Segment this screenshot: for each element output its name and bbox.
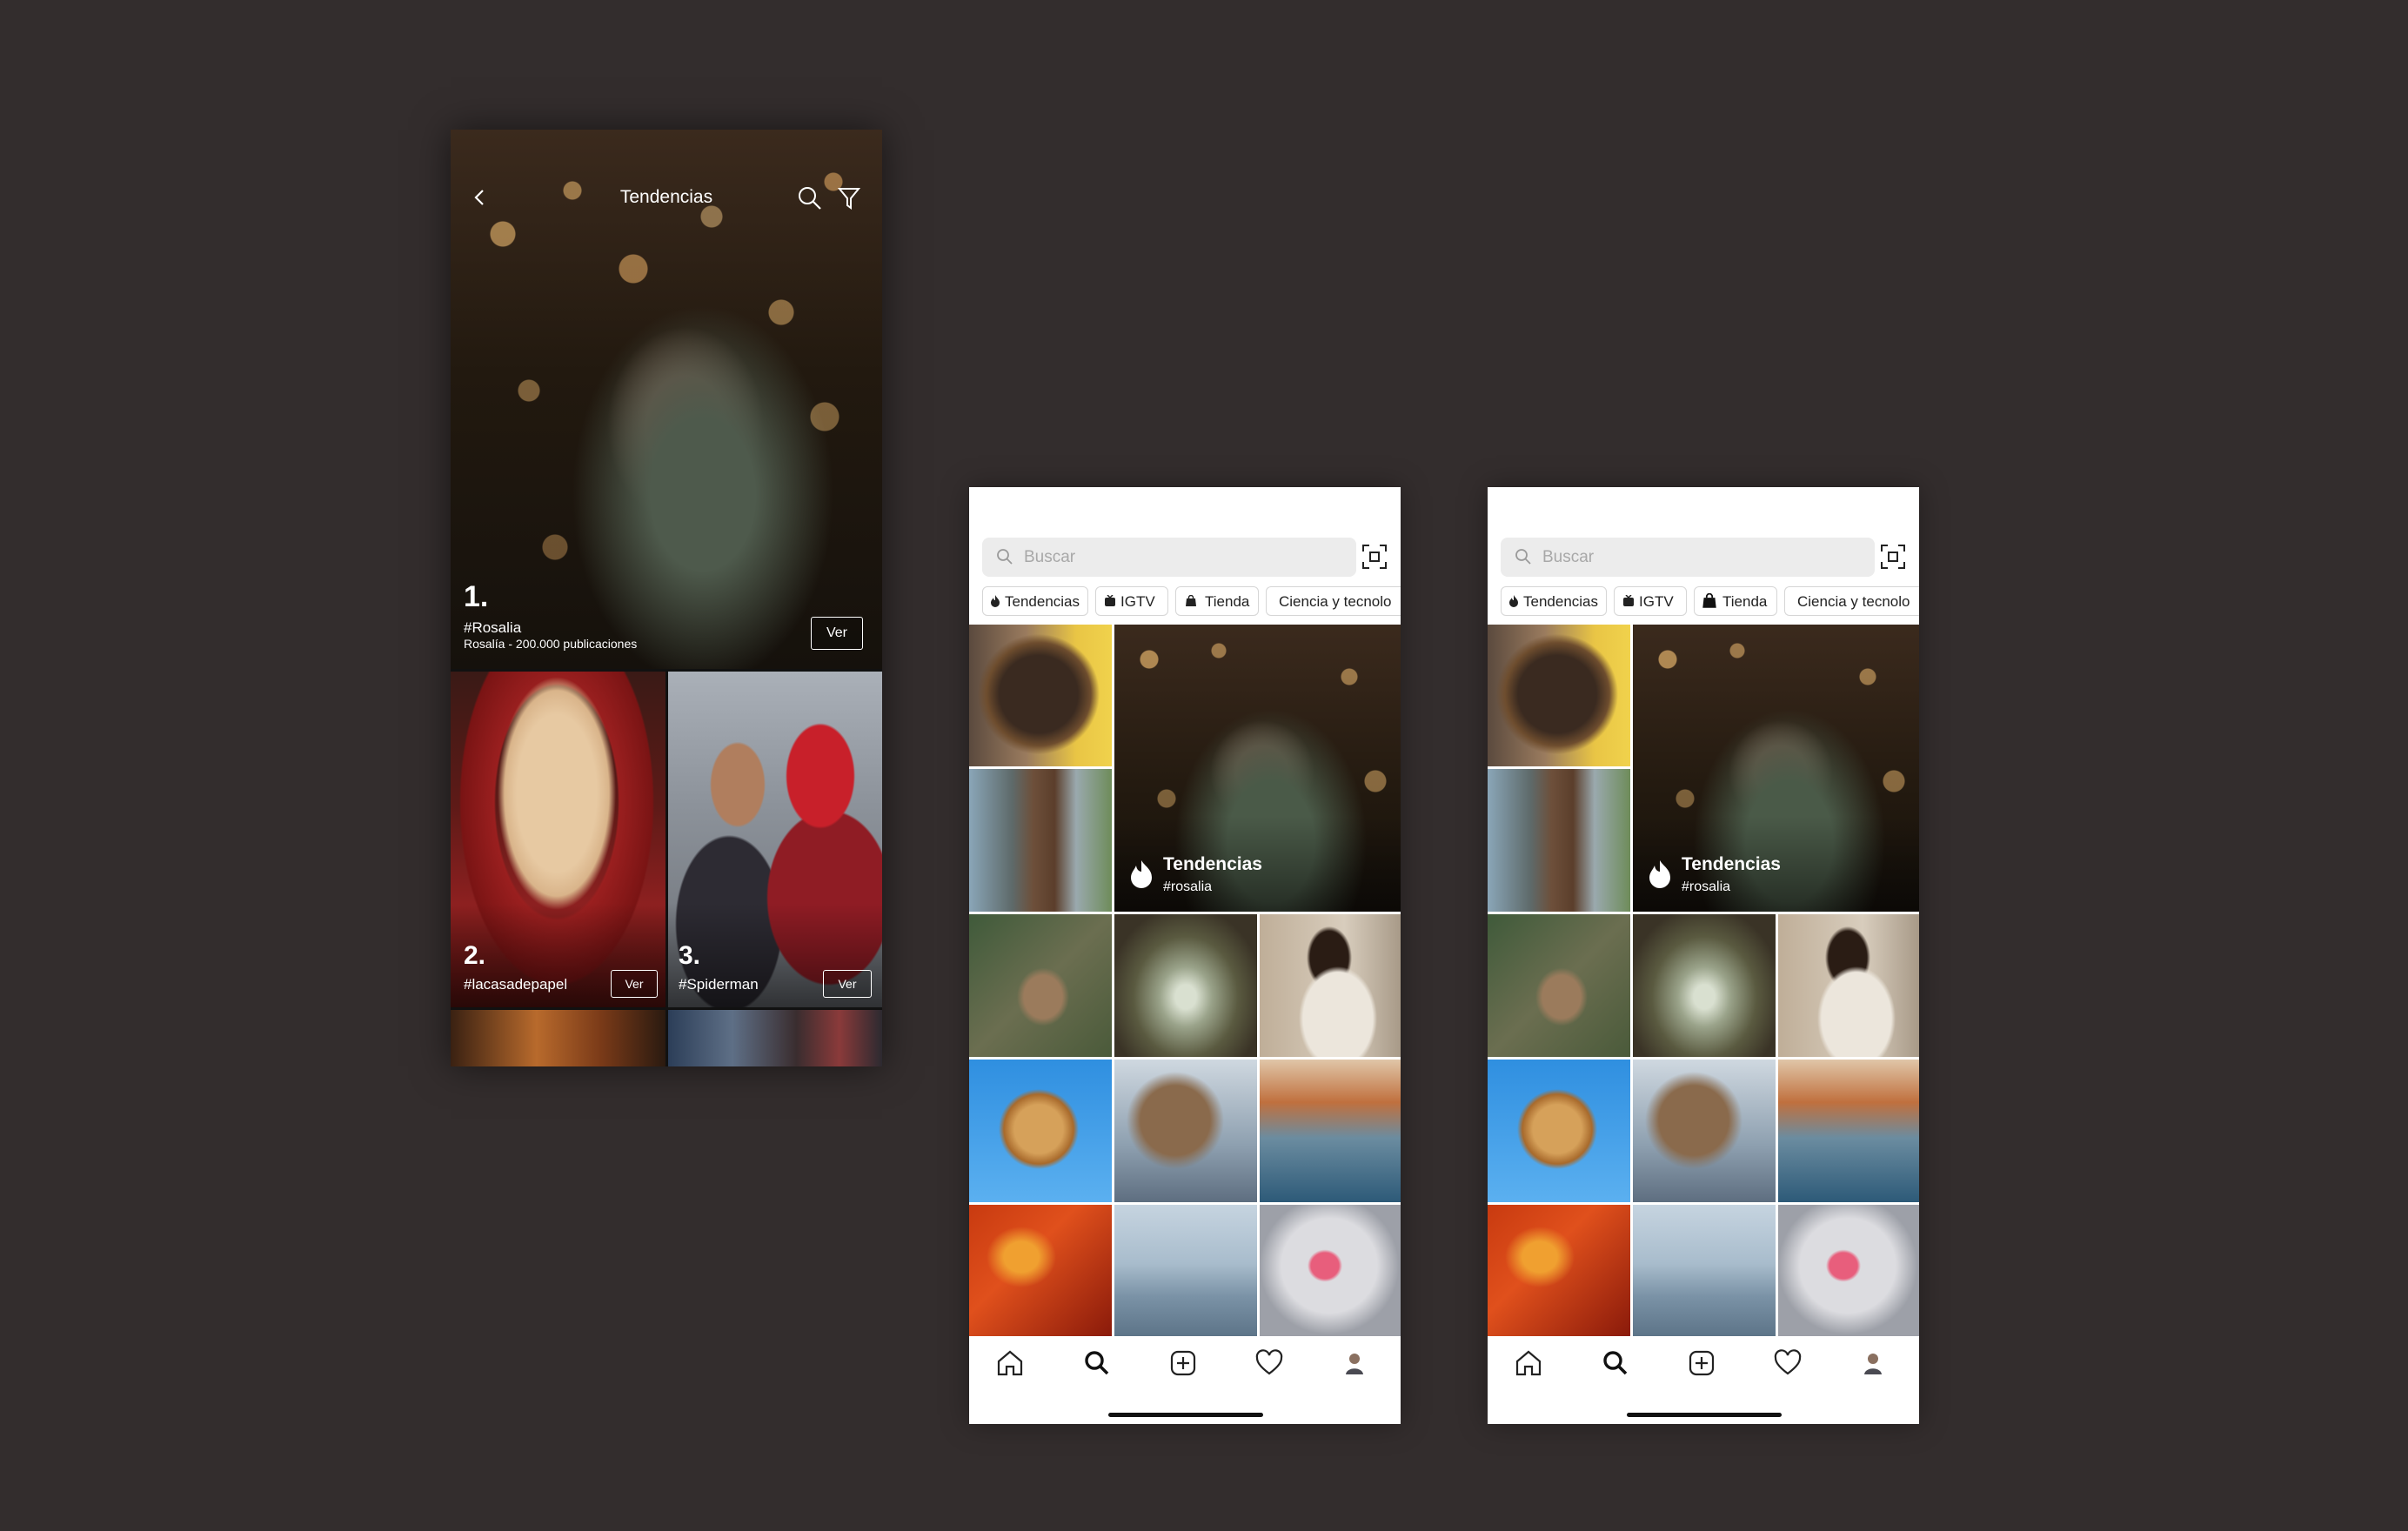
trend-tag-3[interactable]: #Spiderman bbox=[679, 976, 759, 993]
search-input[interactable]: Buscar bbox=[1501, 538, 1875, 577]
grid-image-10[interactable] bbox=[1114, 1205, 1257, 1336]
ver-button-1[interactable]: Ver bbox=[811, 617, 863, 650]
scan-icon[interactable] bbox=[1361, 543, 1388, 571]
featured-trend-tile[interactable]: Tendencias #rosalia bbox=[1633, 625, 1919, 912]
category-chips: Tendencias IGTV Tienda Ciencia y tecnolo bbox=[982, 586, 1401, 618]
scan-icon[interactable] bbox=[1879, 543, 1907, 571]
grid-image-4[interactable] bbox=[1114, 914, 1257, 1057]
chip-ciencia[interactable]: Ciencia y tecnolo bbox=[1784, 586, 1919, 616]
bottom-tab-bar bbox=[1488, 1336, 1919, 1424]
grid-image-7[interactable] bbox=[1114, 1060, 1257, 1202]
flame-icon bbox=[1649, 860, 1670, 888]
category-chips: Tendencias IGTV Tienda Ciencia y tecnolo bbox=[1501, 586, 1919, 618]
filter-icon[interactable] bbox=[837, 185, 861, 211]
chip-tienda[interactable]: Tienda bbox=[1175, 586, 1259, 616]
grid-image-6[interactable] bbox=[969, 1060, 1112, 1202]
home-indicator bbox=[1108, 1413, 1263, 1417]
grid-image-11[interactable] bbox=[1260, 1205, 1401, 1336]
profile-avatar-icon[interactable] bbox=[1340, 1348, 1369, 1378]
search-icon[interactable] bbox=[797, 185, 823, 211]
home-icon[interactable] bbox=[1514, 1348, 1543, 1378]
trend-tag-2[interactable]: #lacasadepapel bbox=[464, 976, 567, 993]
grid-image-7[interactable] bbox=[1633, 1060, 1776, 1202]
grid-image-3[interactable] bbox=[1488, 914, 1630, 1057]
explore-grid: Tendencias #rosalia bbox=[1488, 625, 1919, 1336]
tv-icon bbox=[1105, 595, 1115, 606]
profile-avatar-icon[interactable] bbox=[1858, 1348, 1888, 1378]
trend-image-4[interactable] bbox=[451, 1010, 666, 1066]
tv-icon bbox=[1623, 595, 1634, 606]
trends-header: Tendencias bbox=[451, 180, 882, 215]
featured-tag: #rosalia bbox=[1163, 879, 1213, 894]
flame-icon bbox=[991, 595, 1000, 607]
shopping-bag-icon bbox=[1186, 595, 1196, 606]
grid-image-5[interactable] bbox=[1260, 914, 1401, 1057]
grid-image-11[interactable] bbox=[1778, 1205, 1919, 1336]
grid-image-1[interactable] bbox=[1488, 625, 1630, 766]
search-placeholder: Buscar bbox=[1024, 548, 1076, 566]
flame-icon bbox=[1131, 860, 1152, 888]
grid-image-6[interactable] bbox=[1488, 1060, 1630, 1202]
trend-image-5[interactable] bbox=[668, 1010, 882, 1066]
home-indicator bbox=[1627, 1413, 1782, 1417]
add-post-icon[interactable] bbox=[1687, 1348, 1716, 1378]
grid-image-1[interactable] bbox=[969, 625, 1112, 766]
grid-image-8[interactable] bbox=[1260, 1060, 1401, 1202]
search-icon bbox=[997, 549, 1013, 565]
heart-icon[interactable] bbox=[1773, 1348, 1803, 1378]
chip-tendencias[interactable]: Tendencias bbox=[1501, 586, 1607, 616]
shopping-bag-icon bbox=[1702, 593, 1716, 608]
heart-icon[interactable] bbox=[1254, 1348, 1284, 1378]
grid-image-4[interactable] bbox=[1633, 914, 1776, 1057]
explore-screen: Buscar Tendencias IGTV Tienda Ciencia y … bbox=[969, 487, 1401, 1424]
search-icon[interactable] bbox=[1082, 1348, 1112, 1378]
bottom-tab-bar bbox=[969, 1336, 1401, 1424]
trend-subtitle-1: Rosalía - 200.000 publicaciones bbox=[464, 637, 638, 651]
trend-tag-1[interactable]: #Rosalia bbox=[464, 619, 521, 637]
home-icon[interactable] bbox=[995, 1348, 1025, 1378]
grid-image-3[interactable] bbox=[969, 914, 1112, 1057]
search-placeholder: Buscar bbox=[1542, 548, 1595, 566]
trends-screen: Tendencias 1. #Rosalia Rosalía - 200.000… bbox=[451, 130, 882, 1066]
grid-image-9[interactable] bbox=[1488, 1205, 1630, 1336]
grid-image-10[interactable] bbox=[1633, 1205, 1776, 1336]
featured-title: Tendencias bbox=[1163, 854, 1262, 874]
grid-image-2[interactable] bbox=[1488, 769, 1630, 912]
featured-tag: #rosalia bbox=[1682, 879, 1731, 894]
explore-grid: Tendencias #rosalia bbox=[969, 625, 1401, 1336]
add-post-icon[interactable] bbox=[1168, 1348, 1198, 1378]
search-icon bbox=[1515, 549, 1531, 565]
grid-image-9[interactable] bbox=[969, 1205, 1112, 1336]
grid-image-2[interactable] bbox=[969, 769, 1112, 912]
featured-title: Tendencias bbox=[1682, 854, 1781, 874]
explore-screen-alt: Buscar Tendencias IGTV Tienda Ciencia y … bbox=[1488, 487, 1919, 1424]
search-input[interactable]: Buscar bbox=[982, 538, 1356, 577]
flame-icon bbox=[1509, 595, 1518, 607]
chip-tendencias[interactable]: Tendencias bbox=[982, 586, 1088, 616]
grid-image-5[interactable] bbox=[1778, 914, 1919, 1057]
trend-rank-1: 1. bbox=[464, 580, 489, 613]
grid-image-8[interactable] bbox=[1778, 1060, 1919, 1202]
ver-button-3[interactable]: Ver bbox=[823, 970, 872, 998]
trend-rank-2: 2. bbox=[464, 941, 486, 970]
trend-rank-3: 3. bbox=[679, 941, 701, 970]
chip-igtv[interactable]: IGTV bbox=[1095, 586, 1168, 616]
featured-trend-tile[interactable]: Tendencias #rosalia bbox=[1114, 625, 1401, 912]
chip-tienda[interactable]: Tienda bbox=[1694, 586, 1777, 616]
search-icon[interactable] bbox=[1601, 1348, 1630, 1378]
chip-igtv[interactable]: IGTV bbox=[1614, 586, 1687, 616]
chip-ciencia[interactable]: Ciencia y tecnolo bbox=[1266, 586, 1401, 616]
ver-button-2[interactable]: Ver bbox=[611, 970, 658, 998]
